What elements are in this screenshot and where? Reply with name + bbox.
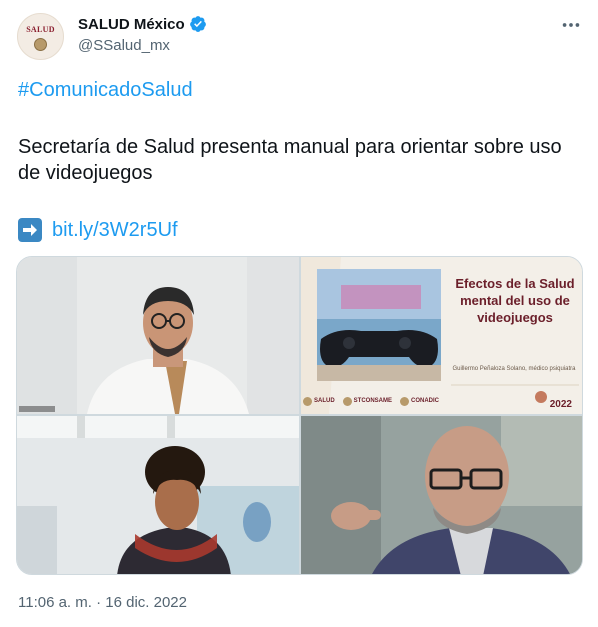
media-photo-2-slide[interactable]: Efectos de la Salud mental del uso de vi…: [301, 257, 582, 414]
seal-icon: [342, 396, 352, 406]
author-row: SALUD México: [78, 14, 207, 34]
media-grid[interactable]: Efectos de la Salud mental del uso de vi…: [16, 256, 583, 575]
avatar-seal-icon: [34, 38, 47, 51]
slide-author: Guillermo Peñaloza Solano, médico psiqui…: [452, 366, 576, 372]
slide-logo-conadic: CONADIC: [400, 396, 440, 406]
man-video-frame-image: [17, 257, 299, 414]
media-photo-3[interactable]: [17, 416, 299, 574]
bald-man-video-frame-image: [301, 416, 582, 574]
tweet: SALUD SALUD México @SSalud_mx #Comunicad…: [0, 0, 598, 627]
slide-logo-salud: SALUD: [303, 396, 335, 406]
media-photo-4[interactable]: [301, 416, 582, 574]
right-arrow-emoji-icon: [18, 218, 42, 242]
tweet-timestamp[interactable]: 11:06 a. m. · 16 dic. 2022: [18, 594, 187, 611]
slide-logo-label: CONADIC: [411, 398, 440, 404]
verified-badge-icon: [189, 16, 206, 32]
avatar-logo-text: SALUD: [26, 25, 55, 34]
author-handle[interactable]: @SSalud_mx: [78, 37, 170, 54]
seal-icon: [400, 396, 410, 406]
avatar[interactable]: SALUD: [17, 13, 64, 60]
author-display-name[interactable]: SALUD México: [78, 16, 185, 33]
tweet-text: Secretaría de Salud presenta manual para…: [18, 136, 562, 184]
short-url-link[interactable]: bit.ly/3W2r5Uf: [52, 219, 178, 242]
woman-video-frame-image: [17, 416, 299, 574]
seal-icon: [303, 396, 312, 406]
hashtag-link[interactable]: #ComunicadoSalud: [18, 79, 193, 102]
slide-year: 2022: [549, 399, 572, 410]
slide-logo-label: STCONSAME: [353, 398, 393, 404]
link-row: bit.ly/3W2r5Uf: [18, 218, 178, 242]
slide-logo-label: SALUD: [314, 398, 335, 404]
slide-logos: SALUD STCONSAME CONADIC: [303, 390, 582, 412]
more-options-icon[interactable]: [560, 14, 582, 36]
media-photo-1[interactable]: [17, 257, 299, 414]
slide-logo-stconsame: STCONSAME: [342, 396, 393, 406]
slide-title: Efectos de la Salud mental del uso de vi…: [455, 276, 575, 325]
